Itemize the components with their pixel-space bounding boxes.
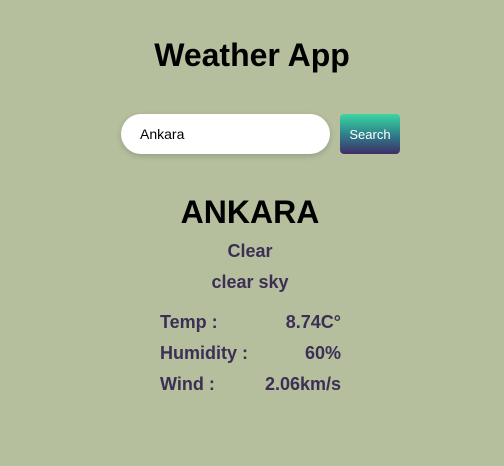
stat-row-humidity: Humidity : 60% [160, 342, 341, 373]
stat-row-temp: Temp : 8.74C° [160, 311, 341, 342]
temp-label: Temp : [160, 312, 218, 332]
search-button[interactable]: Search [340, 114, 400, 154]
humidity-value: 60% [304, 343, 341, 363]
weather-stats: Temp : 8.74C° Humidity : 60% Wind : 2.06… [160, 311, 341, 404]
city-name: ANKARA [180, 194, 320, 230]
wind-value: 2.06km/s [264, 374, 341, 394]
city-search-input[interactable] [121, 114, 330, 154]
temp-value: 8.74C° [285, 312, 341, 332]
weather-description: clear sky [211, 272, 289, 292]
humidity-label: Humidity : [160, 343, 248, 363]
weather-condition: Clear [227, 241, 273, 261]
app-title: Weather App [154, 37, 350, 73]
search-bar: Search [121, 114, 401, 154]
wind-label: Wind : [160, 374, 215, 394]
stat-row-wind: Wind : 2.06km/s [160, 373, 341, 404]
weather-app: Weather App Search ANKARA Clear clear sk… [0, 0, 504, 466]
